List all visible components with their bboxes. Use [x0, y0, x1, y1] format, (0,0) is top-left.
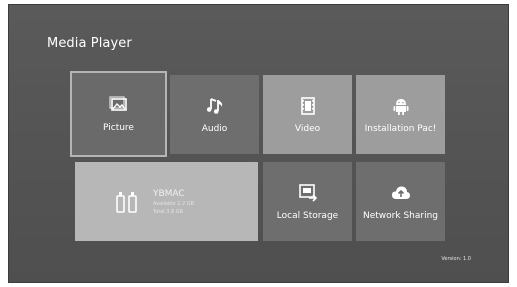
tile-installation-label: Installation Pac!	[364, 123, 437, 134]
tile-network-sharing-label: Network Sharing	[363, 210, 438, 221]
usb-available: Available 2.2 GB	[153, 200, 195, 207]
usb-drive-icon	[116, 191, 137, 213]
usb-name: YBMAC	[153, 188, 185, 199]
tile-audio[interactable]: Audio	[170, 75, 259, 154]
music-note-icon	[206, 97, 222, 114]
tile-picture[interactable]: Picture	[70, 71, 167, 157]
usb-info: YBMAC Available 2.2 GB Total 3.8 GB	[153, 189, 194, 215]
tile-video[interactable]: Video	[263, 75, 352, 154]
tile-local-storage-label: Local Storage	[276, 210, 339, 221]
tile-usb-device[interactable]: YBMAC Available 2.2 GB Total 3.8 GB	[75, 162, 258, 241]
app-title: Media Player	[47, 36, 132, 51]
tile-network-sharing[interactable]: Network Sharing	[356, 162, 445, 241]
tile-video-label: Video	[294, 123, 321, 134]
usb-total: Total 3.8 GB	[153, 208, 184, 215]
android-icon	[393, 98, 408, 115]
tile-picture-label: Picture	[103, 123, 134, 133]
local-storage-icon	[298, 183, 317, 202]
tile-audio-label: Audio	[201, 123, 228, 134]
tv-screen: Media Player Picture Audio Video Install…	[8, 4, 509, 283]
film-icon	[300, 96, 315, 115]
version-text: Version: 1.0	[441, 256, 471, 262]
picture-icon	[108, 96, 127, 111]
tile-installation-package[interactable]: Installation Pac!	[356, 75, 445, 154]
cloud-upload-icon	[391, 185, 410, 199]
tile-local-storage[interactable]: Local Storage	[263, 162, 352, 241]
